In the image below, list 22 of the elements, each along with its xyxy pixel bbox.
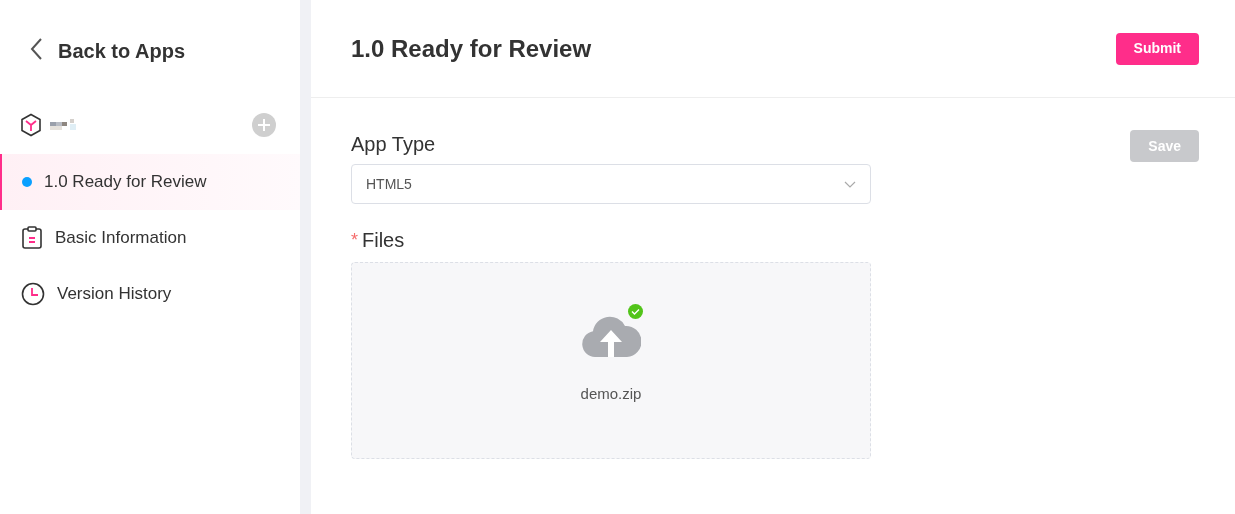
field-label: App Type — [351, 132, 437, 157]
plus-icon — [258, 119, 270, 131]
clipboard-icon — [21, 226, 43, 250]
hexagon-icon — [20, 113, 42, 137]
nav-label: Basic Information — [55, 227, 187, 250]
field-label: Files — [362, 228, 405, 253]
nav-item[interactable]: Basic Information — [0, 210, 300, 266]
page-title: 1.0 Ready for Review — [351, 33, 592, 64]
file-name: demo.zip — [580, 384, 642, 405]
upload-area[interactable]: demo.zip — [351, 262, 871, 459]
nav-label: Version History — [57, 283, 172, 306]
app-type-select[interactable]: HTML5 — [351, 164, 871, 204]
chevron-left-icon — [30, 38, 42, 60]
required-mark: * — [351, 228, 358, 252]
chevron-down-icon — [844, 180, 856, 188]
nav-item[interactable]: 1.0 Ready for Review — [0, 154, 300, 210]
submit-button[interactable]: Submit — [1115, 32, 1199, 65]
back-link[interactable]: Back to Apps — [0, 0, 300, 96]
nav-label: 1.0 Ready for Review — [44, 171, 207, 194]
nav-item[interactable]: Version History — [0, 266, 300, 322]
add-button[interactable] — [252, 113, 276, 137]
clock-icon — [21, 282, 45, 306]
